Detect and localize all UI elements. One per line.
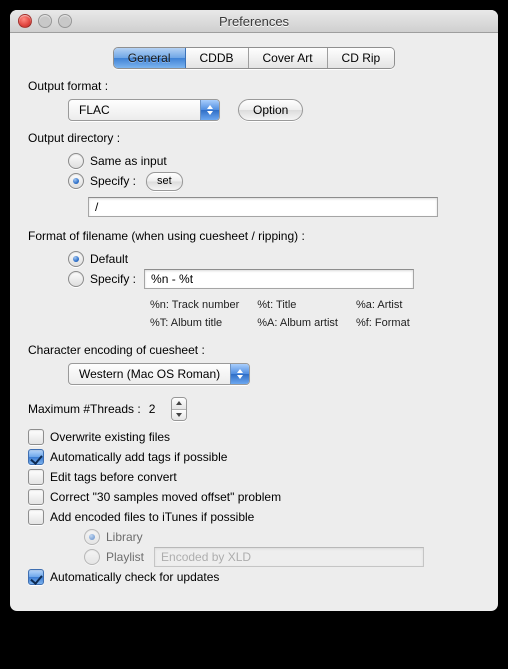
playlist-placeholder: Encoded by XLD xyxy=(161,550,251,564)
radio-itunes-library: Library xyxy=(84,527,480,547)
preferences-window: Preferences General CDDB Cover Art CD Ri… xyxy=(10,10,498,611)
content: General CDDB Cover Art CD Rip Output for… xyxy=(10,33,498,611)
radio-label: Library xyxy=(106,530,143,544)
checkbox-icon xyxy=(28,449,44,465)
tab-cover-art[interactable]: Cover Art xyxy=(249,48,328,68)
check-updates[interactable]: Automatically check for updates xyxy=(28,567,480,587)
encoding-popup[interactable]: Western (Mac OS Roman) xyxy=(68,363,250,385)
radio-filename-specify[interactable]: Specify : %n - %t xyxy=(68,269,480,289)
tab-general[interactable]: General xyxy=(114,48,186,68)
checkbox-icon xyxy=(28,429,44,445)
radio-icon xyxy=(68,251,84,267)
check-label: Automatically add tags if possible xyxy=(50,450,227,464)
checkbox-icon xyxy=(28,569,44,585)
filename-pattern-field[interactable]: %n - %t xyxy=(144,269,414,289)
tab-bar: General CDDB Cover Art CD Rip xyxy=(28,47,480,69)
hint: %n: Track number xyxy=(150,297,255,313)
hint: %A: Album artist xyxy=(257,315,354,331)
encoding-label: Character encoding of cuesheet : xyxy=(28,343,480,357)
close-icon[interactable] xyxy=(18,14,32,28)
radio-icon xyxy=(68,153,84,169)
radio-specify-dir[interactable]: Specify : set xyxy=(68,171,480,191)
check-label: Correct "30 samples moved offset" proble… xyxy=(50,490,281,504)
popup-arrows-icon xyxy=(200,100,219,120)
stepper-down-icon[interactable] xyxy=(172,410,186,421)
window-controls xyxy=(18,14,72,28)
hint: %a: Artist xyxy=(356,297,426,313)
output-format-value: FLAC xyxy=(69,103,200,117)
check-label: Add encoded files to iTunes if possible xyxy=(50,510,254,524)
check-label: Edit tags before convert xyxy=(50,470,177,484)
check-itunes[interactable]: Add encoded files to iTunes if possible xyxy=(28,507,480,527)
filename-format-label: Format of filename (when using cuesheet … xyxy=(28,229,480,243)
output-dir-label: Output directory : xyxy=(28,131,480,145)
radio-label: Same as input xyxy=(90,154,167,168)
radio-label: Specify : xyxy=(90,272,136,286)
checkbox-icon xyxy=(28,469,44,485)
radio-filename-default[interactable]: Default xyxy=(68,249,480,269)
set-button[interactable]: set xyxy=(146,172,183,191)
filename-pattern-value: %n - %t xyxy=(151,272,193,286)
check-autotag[interactable]: Automatically add tags if possible xyxy=(28,447,480,467)
radio-label: Playlist xyxy=(106,550,144,564)
radio-icon xyxy=(68,173,84,189)
radio-itunes-playlist: Playlist Encoded by XLD xyxy=(84,547,480,567)
minimize-icon[interactable] xyxy=(38,14,52,28)
titlebar[interactable]: Preferences xyxy=(10,10,498,33)
check-label: Automatically check for updates xyxy=(50,570,219,584)
hint: %t: Title xyxy=(257,297,354,313)
hint: %T: Album title xyxy=(150,315,255,331)
playlist-name-field: Encoded by XLD xyxy=(154,547,424,567)
popup-arrows-icon xyxy=(230,364,249,384)
radio-icon xyxy=(84,549,100,565)
threads-label: Maximum #Threads : xyxy=(28,402,141,416)
check-overwrite[interactable]: Overwrite existing files xyxy=(28,427,480,447)
radio-same-as-input[interactable]: Same as input xyxy=(68,151,480,171)
output-format-popup[interactable]: FLAC xyxy=(68,99,220,121)
output-dir-value: / xyxy=(95,200,98,214)
checkbox-icon xyxy=(28,509,44,525)
zoom-icon[interactable] xyxy=(58,14,72,28)
check-label: Overwrite existing files xyxy=(50,430,170,444)
check-edit-tags[interactable]: Edit tags before convert xyxy=(28,467,480,487)
checkbox-icon xyxy=(28,489,44,505)
hint: %f: Format xyxy=(356,315,426,331)
radio-icon xyxy=(84,529,100,545)
output-dir-field[interactable]: / xyxy=(88,197,438,217)
output-format-label: Output format : xyxy=(28,79,480,93)
radio-label: Default xyxy=(90,252,128,266)
tab-cddb[interactable]: CDDB xyxy=(186,48,249,68)
check-offset[interactable]: Correct "30 samples moved offset" proble… xyxy=(28,487,480,507)
option-button[interactable]: Option xyxy=(238,99,303,121)
threads-value: 2 xyxy=(149,402,163,416)
window-title: Preferences xyxy=(219,14,289,29)
tab-cd-rip[interactable]: CD Rip xyxy=(328,48,395,68)
threads-stepper[interactable] xyxy=(171,397,187,421)
encoding-value: Western (Mac OS Roman) xyxy=(69,367,230,381)
stepper-up-icon[interactable] xyxy=(172,398,186,410)
radio-label: Specify : xyxy=(90,174,136,188)
radio-icon xyxy=(68,271,84,287)
tab-segment: General CDDB Cover Art CD Rip xyxy=(113,47,395,69)
filename-hints: %n: Track number %t: Title %a: Artist %T… xyxy=(148,295,428,333)
